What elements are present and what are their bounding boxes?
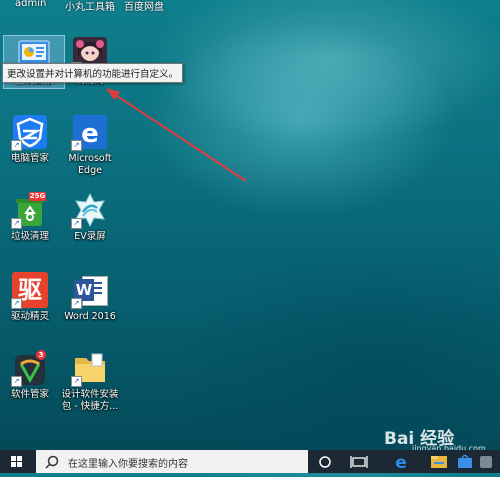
task-view-icon [350,456,368,468]
shortcut-arrow-icon: ↗ [71,218,82,229]
badge: 3 [38,351,44,359]
cortana-button[interactable] [312,450,338,473]
desktop-icon-label: Microsoft Edge [68,153,112,176]
desktop-icon-label: 设计软件安装包 - 快捷方... [61,389,119,412]
svg-text:e: e [395,453,407,473]
edge-icon: e ↗ [71,114,108,151]
desktop-icon-ev-recorder[interactable]: ↗ EV录屏 [60,192,120,243]
app-icon [480,456,492,468]
desktop-icon-label: EV录屏 [74,231,106,242]
shortcut-arrow-icon: ↗ [71,376,82,387]
desktop-icon-cleaner[interactable]: 25G ↗ 垃圾清理 [0,192,60,243]
desktop-icon-software-manager[interactable]: 3 ↗ 软件管家 [0,350,60,401]
tencent-pc-manager-icon: ↗ [11,114,48,151]
file-explorer-icon [431,456,447,468]
edge-icon: e [395,453,407,473]
shortcut-arrow-icon: ↗ [11,376,22,387]
desktop-icon-design-folder[interactable]: ↗ 设计软件安装包 - 快捷方... [58,350,122,413]
ev-recorder-icon: ↗ [71,192,108,229]
desktop-icon-edge[interactable]: e ↗ Microsoft Edge [60,114,120,177]
desktop-icon-label: 驱动精灵 [10,311,49,322]
recycle-cleaner-icon: 25G ↗ [11,192,48,229]
desktop-icon-driver-genius[interactable]: 驱 ↗ 驱动精灵 [0,272,60,323]
shortcut-arrow-icon: ↗ [71,140,82,151]
search-placeholder: 在这里输入你要搜索的内容 [68,459,188,470]
word-icon: W ↗ [71,272,108,309]
software-manager-icon: 3 ↗ [11,350,48,387]
folder-icon: ↗ [71,350,108,387]
task-view-button[interactable] [346,450,372,473]
desktop-icon-pc-manager[interactable]: ↗ 电脑管家 [0,114,60,165]
desktop-icon-label: 电脑管家 [10,153,49,164]
desktop-icon-label: 软件管家 [10,389,49,400]
taskbar-search-box[interactable]: 在这里输入你要搜索的内容 [36,450,308,473]
search-icon [45,455,59,469]
desktop-icon-label: 垃圾清理 [10,231,49,242]
cortana-circle-icon [319,456,331,468]
desktop-icon-word[interactable]: W ↗ Word 2016 [60,272,120,323]
taskbar: 在这里输入你要搜索的内容 e [0,450,500,473]
taskbar-app-button[interactable] [474,450,500,473]
shortcut-arrow-icon: ↗ [11,140,22,151]
desktop-icon-label: Word 2016 [64,311,116,322]
taskbar-edge-button[interactable]: e [388,450,414,473]
start-button[interactable] [0,450,34,473]
shortcut-arrow-icon: ↗ [11,298,22,309]
shortcut-arrow-icon: ↗ [71,298,82,309]
badge: 25G [29,192,46,200]
windows-start-icon [11,456,22,467]
driver-genius-icon: 驱 ↗ [11,272,48,309]
svg-text:e: e [81,119,99,149]
taskbar-explorer-button[interactable] [426,450,452,473]
shortcut-arrow-icon: ↗ [11,218,22,229]
